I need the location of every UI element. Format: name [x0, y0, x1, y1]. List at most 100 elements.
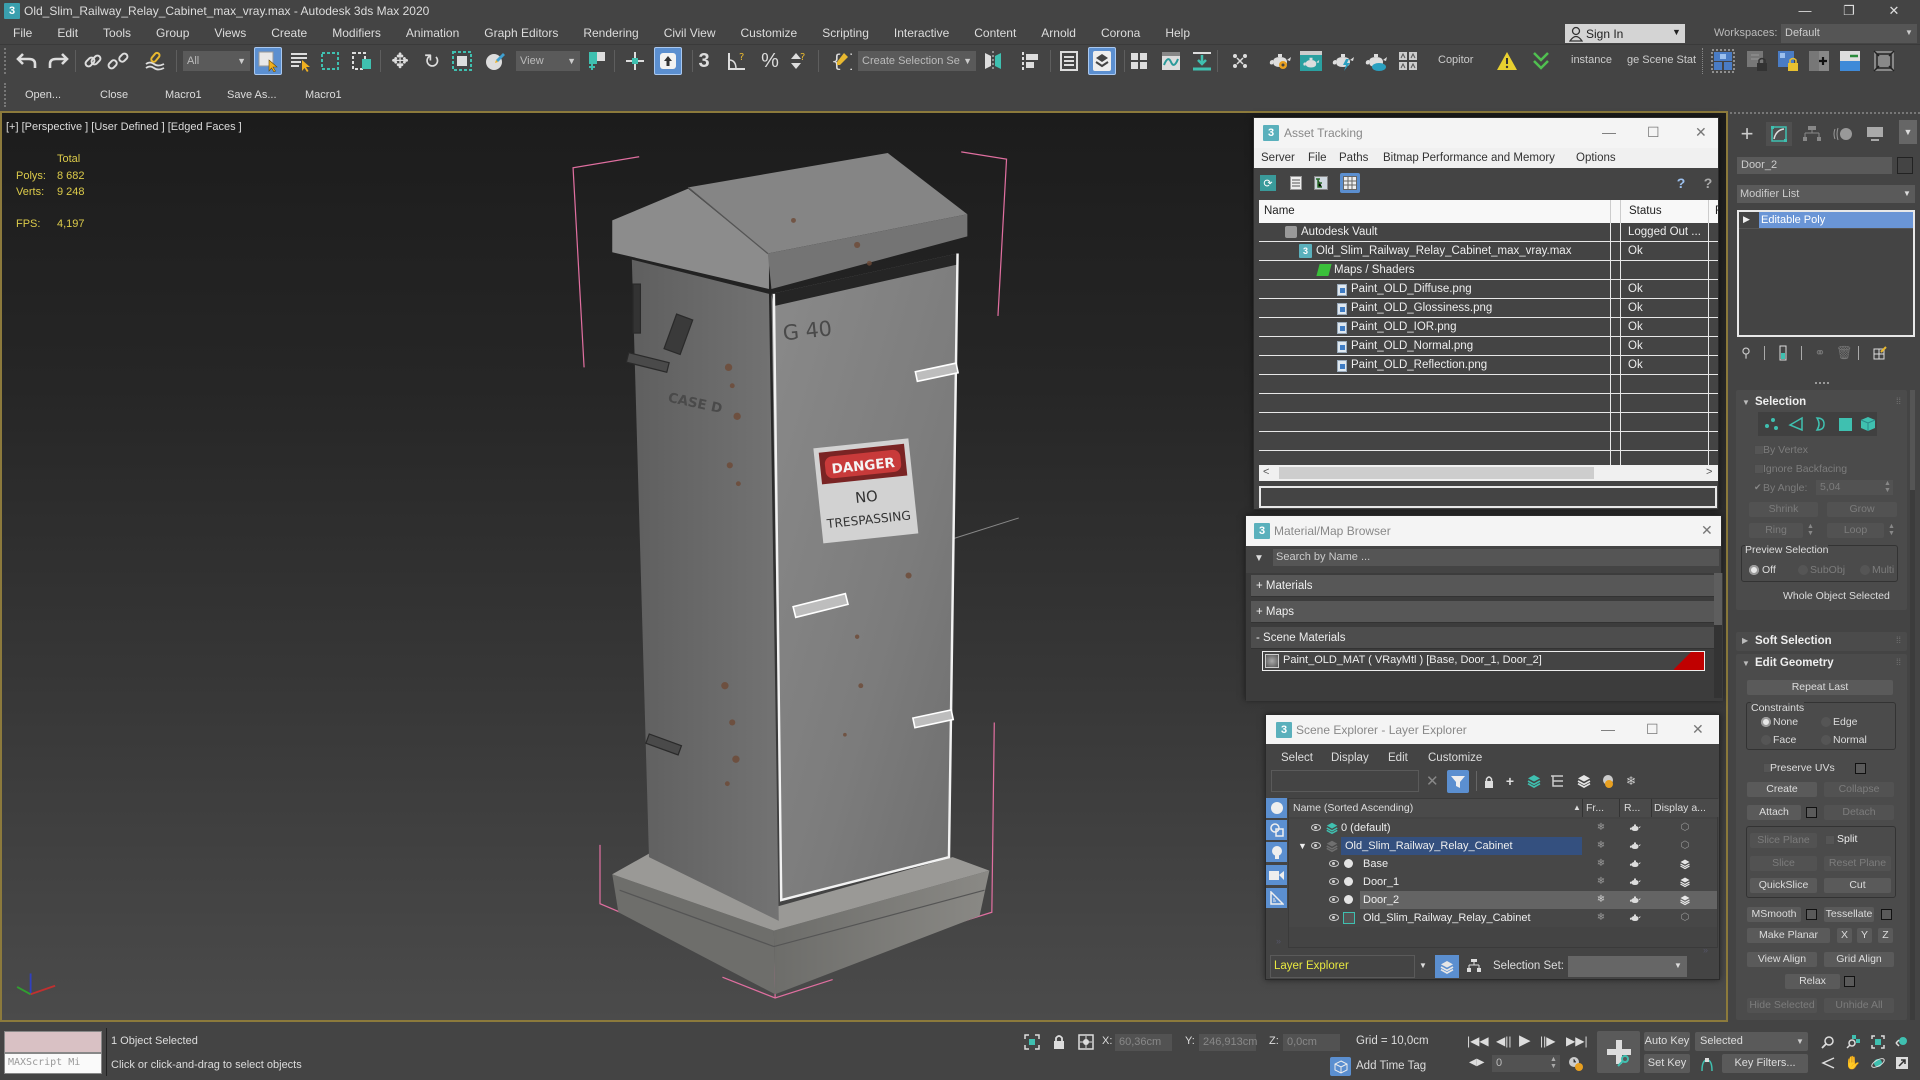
minimize-button[interactable]: — [1790, 2, 1820, 20]
menu-help[interactable]: Help [1165, 26, 1190, 40]
maximize-button[interactable]: ☐ [1647, 124, 1660, 141]
refresh-icon[interactable]: ⟳ [1260, 175, 1276, 191]
constraint-normal-radio[interactable] [1821, 735, 1831, 745]
table-view-icon[interactable] [1340, 173, 1360, 193]
soft-selection-rollout[interactable]: ▶ Soft Selection ⁞⁞ [1736, 632, 1907, 651]
layer-explorer-mode-icon[interactable] [1435, 955, 1459, 978]
play-icon[interactable]: ▶ [1519, 1031, 1531, 1049]
preview-off-radio[interactable] [1749, 565, 1759, 575]
render-teapot-icon[interactable] [1629, 822, 1641, 834]
key-tangent-icon[interactable] [1698, 1054, 1716, 1073]
menu-arnold[interactable]: Arnold [1041, 26, 1076, 40]
mirror-icon[interactable] [981, 49, 1005, 73]
split-checkbox[interactable] [1825, 835, 1835, 845]
undo-icon[interactable] [15, 49, 39, 73]
material-search-input[interactable]: Search by Name ... [1273, 549, 1719, 566]
soft-selection-title[interactable]: Soft Selection [1755, 635, 1832, 647]
menu-rendering[interactable]: Rendering [583, 26, 638, 40]
current-frame-spinner[interactable]: 0 ▲ ▼ [1492, 1055, 1560, 1072]
add-time-tag-icon[interactable] [1330, 1057, 1351, 1076]
menu-options[interactable]: Options [1576, 152, 1616, 164]
freeze-icon[interactable]: ❄ [1595, 912, 1607, 924]
pan-hand-icon[interactable]: ✋ [1845, 1055, 1861, 1071]
grow-button[interactable]: Grow [1827, 502, 1897, 517]
remove-viewport-icon[interactable] [1838, 49, 1862, 73]
helpers-filter-icon[interactable] [1266, 888, 1287, 908]
visibility-eye-icon[interactable] [1311, 842, 1321, 849]
rollout-grip-icon[interactable]: ⁞⁞ [1896, 396, 1901, 406]
menu-civil-view[interactable]: Civil View [664, 26, 716, 40]
modifier-stack-item[interactable]: ▶ Editable Poly [1739, 212, 1913, 229]
add-viewport-icon[interactable] [1807, 49, 1831, 73]
menu-animation[interactable]: Animation [406, 26, 459, 40]
menu-tools[interactable]: Tools [103, 26, 131, 40]
menu-create[interactable]: Create [271, 26, 307, 40]
angle-snap-icon[interactable]: ? [725, 49, 749, 73]
macro1-button-2[interactable]: Macro1 [305, 89, 342, 101]
tessellate-button[interactable]: Tessellate [1824, 907, 1874, 922]
maximize-button[interactable]: ❐ [1834, 2, 1864, 20]
render-teapot-icon[interactable] [1629, 876, 1641, 888]
remove-modifier-icon[interactable]: 🗑 [1836, 344, 1853, 362]
display-by-layer-icon[interactable] [1679, 858, 1691, 870]
menu-customize[interactable]: Customize [741, 26, 798, 40]
align-icon[interactable] [1018, 49, 1042, 73]
expand-arrow-icon[interactable]: ▶ [1743, 214, 1750, 225]
menu-file[interactable]: File [13, 26, 32, 40]
shapes-filter-icon[interactable] [1266, 820, 1287, 840]
maxscript-listener-output[interactable] [4, 1031, 102, 1053]
show-end-result-icon[interactable] [1775, 344, 1791, 362]
maximize-button[interactable]: ☐ [1646, 721, 1659, 738]
minimize-button[interactable]: — [1601, 721, 1615, 737]
attach-settings-icon[interactable] [1806, 807, 1817, 818]
asset-row[interactable]: Maps / Shaders [1259, 261, 1718, 280]
menu-select[interactable]: Select [1281, 752, 1313, 764]
previous-frame-icon[interactable]: ◀|| [1496, 1034, 1511, 1048]
menu-file[interactable]: File [1308, 152, 1327, 164]
layers-icon[interactable] [1576, 772, 1592, 790]
unlink-icon[interactable] [106, 49, 130, 73]
visibility-eye-icon[interactable] [1311, 824, 1321, 831]
lock-icon[interactable] [1482, 773, 1496, 789]
auto-key-button[interactable]: Auto Key [1644, 1032, 1690, 1051]
move-icon[interactable]: ✥ [388, 49, 412, 73]
view-align-button[interactable]: View Align [1747, 952, 1817, 967]
modify-tab-icon[interactable] [1766, 122, 1792, 146]
ring-spinner-icon[interactable]: ▲ ▼ [1807, 523, 1814, 537]
set-key-big-button[interactable] [1597, 1031, 1640, 1073]
maxscript-mini-input[interactable]: MAXScript Mi [4, 1053, 102, 1074]
detach-button[interactable]: Detach [1824, 805, 1894, 820]
chevron-down-icon[interactable]: ▼ [1419, 961, 1427, 970]
help-icon[interactable]: ? [1672, 174, 1690, 192]
grid-align-button[interactable]: Grid Align [1824, 952, 1894, 967]
key-mode-toggle-icon[interactable]: ◀▶ [1469, 1057, 1484, 1068]
lock-layout-2-icon[interactable] [1776, 49, 1800, 73]
macro1-button[interactable]: Macro1 [165, 89, 202, 101]
hierarchy-icon[interactable] [1549, 773, 1565, 789]
x-coordinate-field[interactable]: 60,36cm [1115, 1034, 1172, 1051]
quickslice-button[interactable]: QuickSlice [1750, 878, 1817, 893]
add-to-layer-icon[interactable] [1526, 772, 1542, 790]
menu-server[interactable]: Server [1261, 152, 1295, 164]
tree-view-icon[interactable] [1313, 175, 1329, 191]
viewport-layout-icon[interactable] [1710, 48, 1736, 74]
horizontal-scrollbar[interactable]: < > [1259, 465, 1718, 481]
display-by-layer-icon[interactable] [1679, 876, 1691, 888]
relax-button[interactable]: Relax [1785, 974, 1840, 989]
expand-arrow-icon[interactable]: ▶ [1742, 636, 1748, 645]
curve-editor-icon[interactable] [1159, 49, 1183, 73]
edit-named-selection-icon[interactable]: { } [829, 49, 853, 73]
manipulate-icon[interactable] [623, 49, 647, 73]
toolbar-grip[interactable] [4, 48, 6, 74]
add-time-tag-label[interactable]: Add Time Tag [1356, 1060, 1426, 1072]
asset-row[interactable]: 3 Old_Slim_Railway_Relay_Cabinet_max_vra… [1259, 242, 1718, 261]
sign-in-button[interactable]: Sign In ▼ [1565, 24, 1685, 43]
layer-row[interactable]: ▼ Old_Slim_Railway_Relay_Cabinet ❄ ⬡ [1289, 837, 1717, 855]
menu-interactive[interactable]: Interactive [894, 26, 949, 40]
maximize-viewport-icon[interactable] [1872, 49, 1896, 73]
schematic-view-icon[interactable] [1190, 49, 1214, 73]
open-button[interactable]: Open... [25, 89, 61, 101]
cameras-filter-icon[interactable] [1266, 865, 1287, 885]
utilities-tab-dropdown[interactable]: ▼ [1899, 120, 1917, 144]
menu-views[interactable]: Views [214, 26, 246, 40]
